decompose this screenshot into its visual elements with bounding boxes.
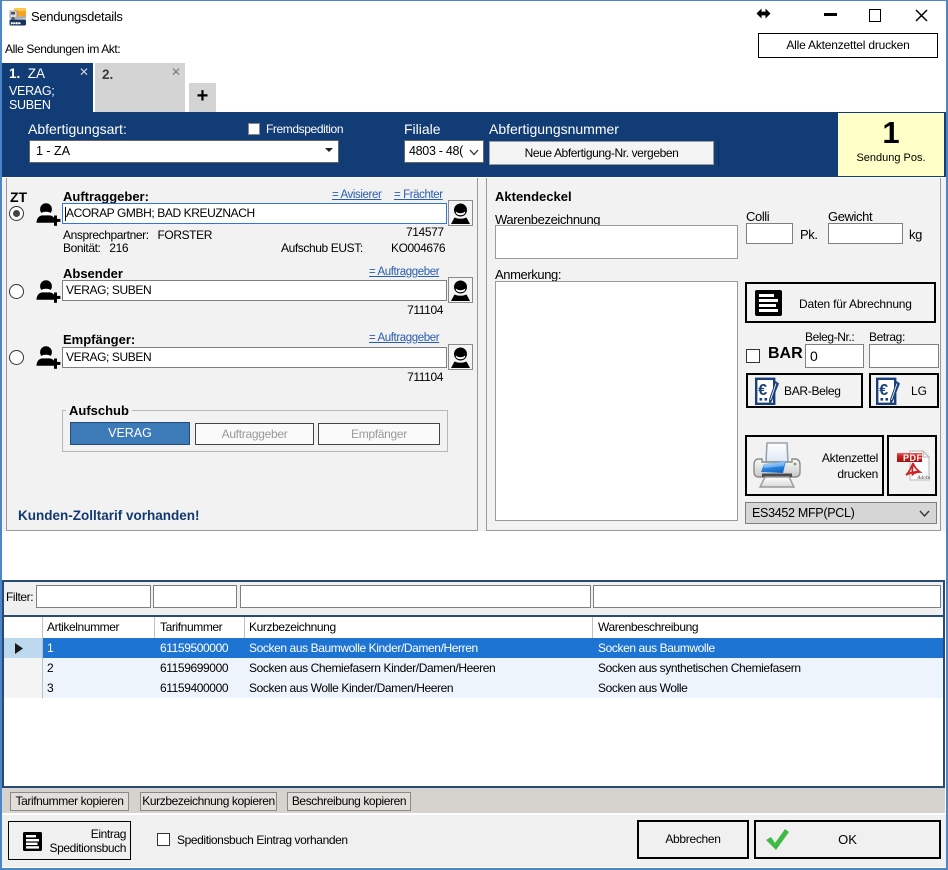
svg-text:€: € <box>879 382 888 399</box>
svg-text:▸▸▸▸: ▸▸▸▸ <box>10 21 22 27</box>
svg-text:Adobe: Adobe <box>916 475 930 481</box>
svg-text:€: € <box>758 382 767 399</box>
svg-text:PDF: PDF <box>903 453 923 463</box>
